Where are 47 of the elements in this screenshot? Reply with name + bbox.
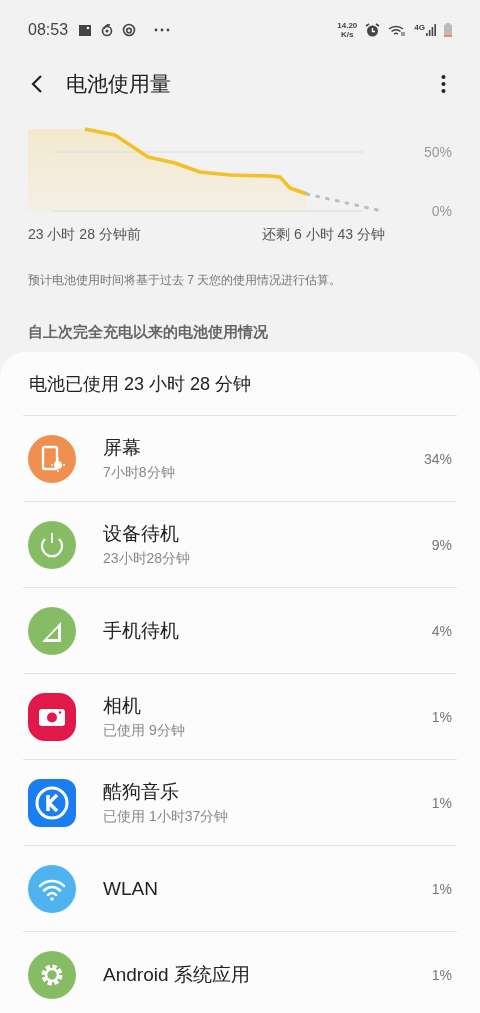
- swirl-icon: [100, 23, 115, 37]
- y-tick-label: 0%: [431, 203, 452, 219]
- start-time-label: 23 小时 28 分钟前: [28, 226, 141, 244]
- network-type: 4G: [414, 23, 425, 32]
- app-name: WLAN: [103, 877, 159, 900]
- image-icon: [78, 23, 93, 37]
- usage-percent: 1%: [431, 794, 452, 811]
- remaining-time-label: 还剩 6 小时 43 分钟: [262, 226, 385, 244]
- alarm-icon: [365, 22, 381, 38]
- status-time: 08:53: [28, 21, 69, 39]
- signal-icon: [426, 24, 436, 36]
- app-name: 酷狗音乐: [103, 780, 180, 804]
- y-tick-label: 50%: [423, 144, 452, 160]
- estimate-note: 预计电池使用时间将基于过去 7 天您的使用情况进行估算。: [28, 272, 343, 289]
- usage-time: 已使用 1小时37分钟: [103, 808, 230, 826]
- usage-summary: 电池已使用 23 小时 28 分钟: [23, 352, 457, 416]
- usage-time: 7小时8分钟: [103, 464, 176, 482]
- app-name: 设备待机: [103, 522, 180, 546]
- network-speed: 14.20: [337, 21, 358, 30]
- speed-unit: K/s: [341, 30, 354, 39]
- more-options-icon[interactable]: [441, 74, 446, 94]
- app-usage-item[interactable]: WLAN 1%: [23, 846, 457, 932]
- app-name: 手机待机: [103, 618, 180, 643]
- app-name: 屏幕: [103, 436, 142, 460]
- usage-percent: 1%: [431, 880, 452, 897]
- usage-percent: 4%: [431, 622, 452, 639]
- usage-percent: 9%: [431, 536, 452, 553]
- app-usage-item[interactable]: 屏幕 7小时8分钟 34%: [23, 416, 457, 502]
- app-name: Android 系统应用: [103, 962, 251, 987]
- app-usage-item[interactable]: 设备待机 23小时28分钟 9%: [23, 502, 457, 588]
- page-title: 电池使用量: [66, 71, 171, 97]
- back-icon[interactable]: [31, 74, 43, 94]
- usage-time: 23小时28分钟: [103, 550, 192, 568]
- app-name: 相机: [103, 694, 142, 718]
- usage-percent: 1%: [431, 708, 452, 725]
- battery-icon: [444, 23, 452, 37]
- ring-icon: [122, 23, 137, 37]
- usage-percent: 34%: [423, 450, 452, 467]
- section-title: 自上次完全充电以来的电池使用情况: [28, 323, 269, 342]
- usage-time: 已使用 9分钟: [103, 722, 186, 740]
- app-usage-item[interactable]: 相机 已使用 9分钟 1%: [23, 674, 457, 760]
- app-usage-item[interactable]: 手机待机 4%: [23, 588, 457, 674]
- app-usage-item[interactable]: 酷狗音乐 已使用 1小时37分钟 1%: [23, 760, 457, 846]
- wifi-icon: [388, 23, 407, 37]
- more-notifications-icon: [154, 28, 171, 32]
- app-usage-item[interactable]: Android 系统应用 1%: [23, 932, 457, 1013]
- usage-percent: 1%: [431, 966, 452, 983]
